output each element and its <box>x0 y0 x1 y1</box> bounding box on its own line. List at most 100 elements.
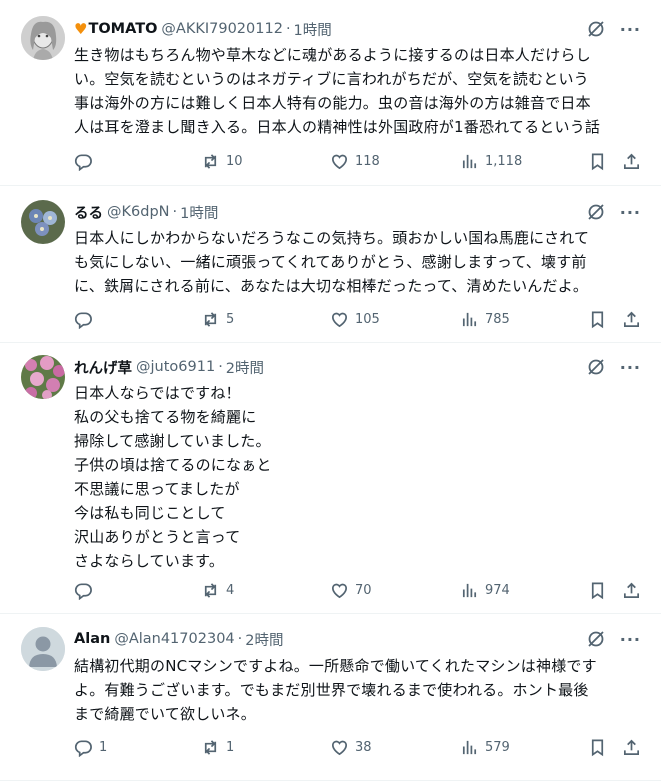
share-button[interactable] <box>622 580 641 600</box>
display-name[interactable]: れんげ草 <box>74 357 132 378</box>
retweet-button[interactable]: 5 <box>201 309 234 329</box>
tweet-4[interactable]: Alan @Alan41702304 · 2時間 ··· 結構初代期のNCマシン… <box>0 614 661 781</box>
heart-icon <box>331 312 348 327</box>
share-button[interactable] <box>622 737 641 757</box>
bookmark-button[interactable] <box>588 737 607 757</box>
tweet-header: Alan @Alan41702304 · 2時間 ··· <box>74 628 641 650</box>
views-button[interactable]: 1,118 <box>460 151 522 171</box>
tweet-text: 日本人ならではですね！ 私の父も捨てる物を綺麗に 掃除して感謝していました。 子… <box>74 384 272 570</box>
separator-dot: · <box>285 21 291 37</box>
bookmark-button[interactable] <box>588 580 607 600</box>
more-options-icon[interactable]: ··· <box>620 203 641 222</box>
like-button[interactable]: 38 <box>330 737 372 757</box>
like-count: 105 <box>355 311 380 327</box>
retweet-count: 5 <box>226 311 235 327</box>
like-button[interactable]: 118 <box>330 151 380 171</box>
grok-icon[interactable] <box>586 357 606 377</box>
tweet-3[interactable]: れんげ草 @juto6911 · 2時間 ··· 日本人ならではですね！ 私の父… <box>0 343 661 614</box>
retweet-icon <box>204 582 217 598</box>
analytics-icon <box>462 312 477 326</box>
tweet-text: 生き物はもちろん物や草木などに魂があるように接するのは日本人だけらし い。空気を… <box>74 46 601 136</box>
reply-button[interactable] <box>74 151 99 171</box>
reply-button[interactable]: 1 <box>74 737 107 757</box>
bookmark-button[interactable] <box>588 151 607 171</box>
avatar-flowers-image <box>21 355 65 399</box>
reply-icon <box>74 739 92 757</box>
views-button[interactable]: 579 <box>460 737 510 757</box>
avatar[interactable] <box>21 200 65 244</box>
retweet-button[interactable]: 4 <box>201 580 234 600</box>
tweet-text: 日本人にしかわからないだろうなこの気持ち。頭おかしい国ね馬鹿にされて も気にしな… <box>74 229 590 295</box>
view-count: 785 <box>485 311 510 327</box>
like-button[interactable]: 105 <box>330 309 380 329</box>
timestamp[interactable]: 2時間 <box>226 357 264 378</box>
display-name[interactable]: TOMATO <box>88 21 157 37</box>
tweet-header: るる @K6dpN · 1時間 ··· <box>74 201 641 223</box>
like-button[interactable]: 70 <box>330 580 372 600</box>
retweet-icon <box>204 153 217 169</box>
display-name[interactable]: るる <box>74 202 103 223</box>
share-button[interactable] <box>622 151 641 171</box>
heart-icon <box>331 583 348 598</box>
views-button[interactable]: 974 <box>460 580 510 600</box>
more-options-icon[interactable]: ··· <box>620 20 641 39</box>
avatar-flower-image <box>21 200 65 244</box>
bookmark-icon <box>591 739 604 756</box>
analytics-icon <box>462 740 477 754</box>
bookmark-button[interactable] <box>588 309 607 329</box>
retweet-icon <box>204 311 217 327</box>
avatar[interactable] <box>21 16 65 60</box>
timestamp[interactable]: 2時間 <box>245 629 283 650</box>
share-icon <box>623 153 640 169</box>
display-name[interactable]: Alan <box>74 631 110 647</box>
timestamp[interactable]: 1時間 <box>180 202 218 223</box>
avatar[interactable] <box>21 355 65 399</box>
retweet-count: 10 <box>226 153 243 169</box>
tweet-actions: 5 105 785 <box>74 309 641 329</box>
like-count: 118 <box>355 153 380 169</box>
grok-icon[interactable] <box>586 202 606 222</box>
like-count: 38 <box>355 739 372 755</box>
grok-icon[interactable] <box>586 629 606 649</box>
separator-dot: · <box>237 631 243 647</box>
reply-count: 1 <box>99 739 108 755</box>
view-count: 974 <box>485 582 510 598</box>
reply-button[interactable] <box>74 580 99 600</box>
analytics-icon <box>462 583 477 597</box>
heart-icon <box>331 740 348 755</box>
more-options-icon[interactable]: ··· <box>620 358 641 377</box>
tweet-text: 結構初代期のNCマシンですよね。一所懸命で働いてくれたマシンは神様です よ。有難… <box>74 657 597 723</box>
share-icon <box>623 739 640 755</box>
user-handle[interactable]: @K6dpN <box>107 204 170 220</box>
retweet-icon <box>204 739 217 755</box>
default-avatar-icon <box>21 627 65 671</box>
tweet-1[interactable]: ♥ TOMATO @AKKI79020112 · 1時間 ··· 生き物はもちろ… <box>0 0 661 186</box>
avatar-sketch-image <box>21 16 65 60</box>
views-button[interactable]: 785 <box>460 309 510 329</box>
reply-icon <box>74 311 92 329</box>
reply-icon <box>74 582 92 600</box>
user-handle[interactable]: @juto6911 <box>136 359 215 375</box>
like-count: 70 <box>355 582 372 598</box>
orange-heart-icon: ♥ <box>74 20 88 38</box>
retweet-button[interactable]: 1 <box>201 737 234 757</box>
user-handle[interactable]: @Alan41702304 <box>114 631 234 647</box>
reply-button[interactable] <box>74 309 99 329</box>
reply-icon <box>74 153 92 171</box>
avatar[interactable] <box>21 627 65 671</box>
bookmark-icon <box>591 311 604 328</box>
grok-icon[interactable] <box>586 19 606 39</box>
user-handle[interactable]: @AKKI79020112 <box>161 21 283 37</box>
tweet-header: れんげ草 @juto6911 · 2時間 ··· <box>74 356 641 378</box>
tweet-header: ♥ TOMATO @AKKI79020112 · 1時間 ··· <box>74 18 641 40</box>
share-icon <box>623 582 640 598</box>
bookmark-icon <box>591 582 604 599</box>
separator-dot: · <box>172 204 178 220</box>
share-button[interactable] <box>622 309 641 329</box>
bookmark-icon <box>591 153 604 170</box>
retweet-button[interactable]: 10 <box>201 151 243 171</box>
tweet-actions: 1 1 38 579 <box>74 737 641 757</box>
timestamp[interactable]: 1時間 <box>294 19 332 40</box>
more-options-icon[interactable]: ··· <box>620 630 641 649</box>
tweet-2[interactable]: るる @K6dpN · 1時間 ··· 日本人にしかわからないだろうなこの気持ち… <box>0 186 661 343</box>
